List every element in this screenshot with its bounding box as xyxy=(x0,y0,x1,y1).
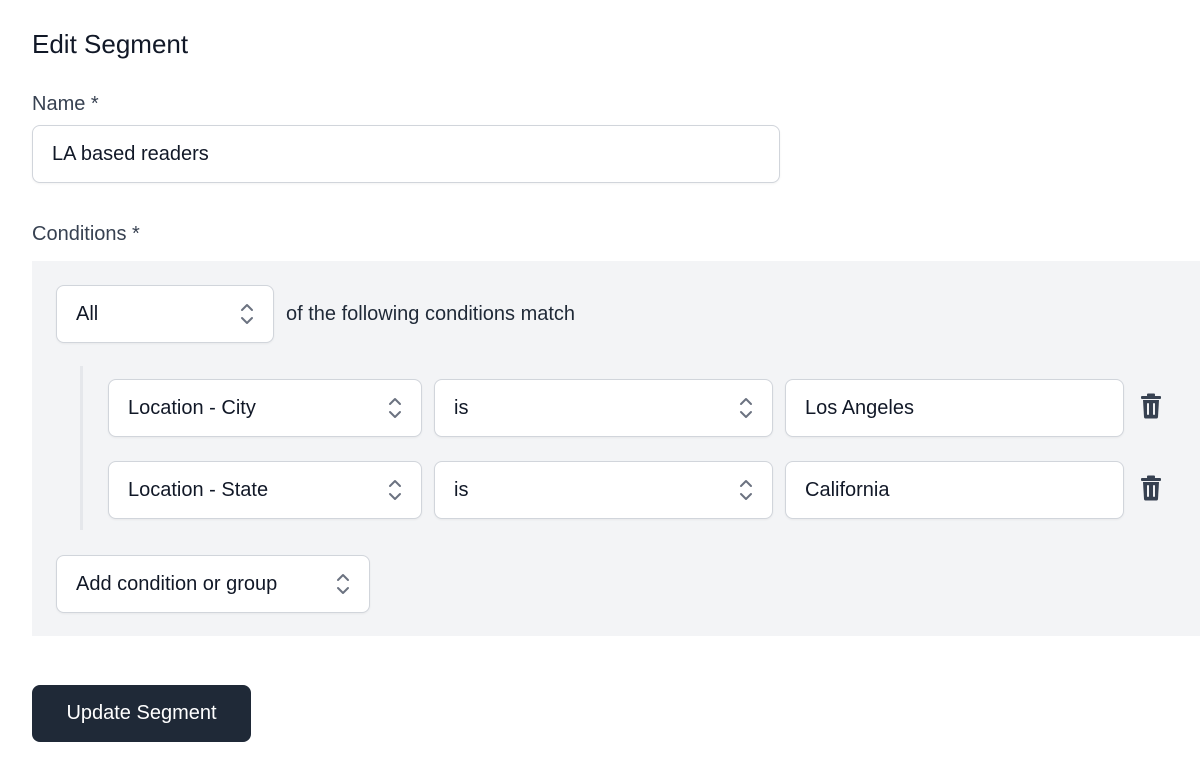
add-condition-select[interactable]: Add condition or group xyxy=(56,555,370,613)
condition-field-value: Location - State xyxy=(128,478,269,501)
condition-value-input[interactable] xyxy=(785,379,1124,437)
conditions-label: Conditions * xyxy=(32,223,140,245)
match-type-select[interactable]: All xyxy=(56,285,274,343)
chevron-up-down-icon xyxy=(388,478,402,502)
page-title: Edit Segment xyxy=(32,29,189,59)
chevron-up-down-icon xyxy=(240,302,254,326)
condition-operator-select[interactable]: is xyxy=(434,379,773,437)
condition-operator-value: is xyxy=(454,396,469,419)
add-condition-label: Add condition or group xyxy=(76,572,278,595)
update-segment-button[interactable]: Update Segment xyxy=(32,685,251,742)
delete-condition-button[interactable] xyxy=(1138,475,1164,505)
chevron-up-down-icon xyxy=(739,478,753,502)
match-description: of the following conditions match xyxy=(286,303,576,325)
name-input[interactable] xyxy=(32,125,780,183)
name-label: Name * xyxy=(32,93,99,115)
condition-field-value: Location - City xyxy=(128,396,256,419)
trash-icon xyxy=(1140,475,1162,506)
delete-condition-button[interactable] xyxy=(1138,393,1164,423)
condition-field-select[interactable]: Location - City xyxy=(108,379,422,437)
condition-value-input[interactable] xyxy=(785,461,1124,519)
chevron-up-down-icon xyxy=(336,572,350,596)
condition-field-select[interactable]: Location - State xyxy=(108,461,422,519)
condition-group-divider xyxy=(80,366,83,530)
trash-icon xyxy=(1140,393,1162,424)
condition-operator-select[interactable]: is xyxy=(434,461,773,519)
match-type-value: All xyxy=(76,302,99,325)
condition-operator-value: is xyxy=(454,478,469,501)
edit-segment-page: Edit Segment Name * Conditions * All of … xyxy=(0,0,1200,768)
chevron-up-down-icon xyxy=(388,396,402,420)
chevron-up-down-icon xyxy=(739,396,753,420)
